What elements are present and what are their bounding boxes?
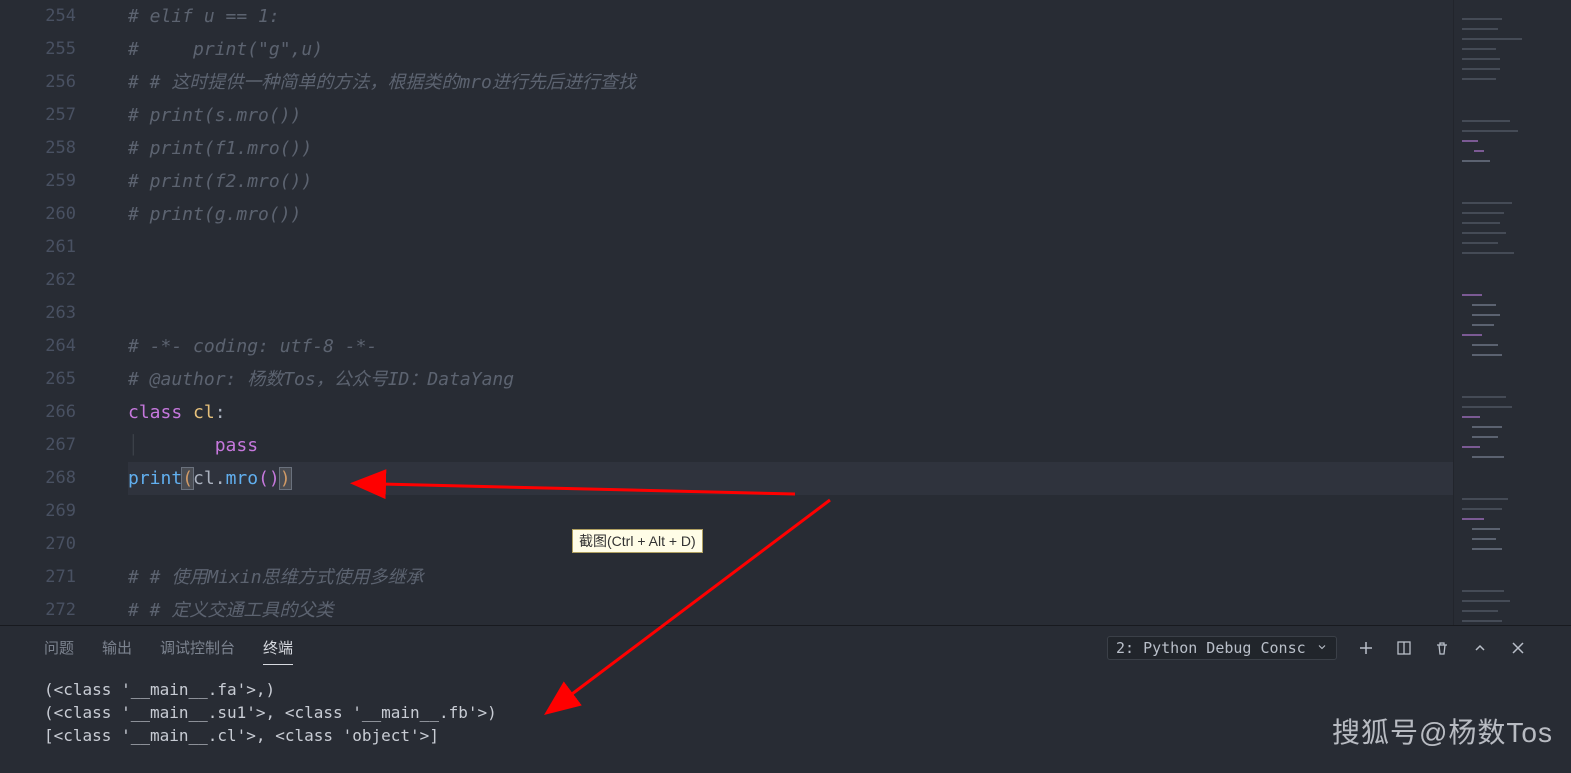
code-area[interactable]: # elif u == 1: # print("g",u) # # 这时提供一种… [100,0,1453,625]
line-number: 257 [0,99,76,132]
panel-tabs: 问题 输出 调试控制台 终端 [44,631,1107,665]
line-number: 256 [0,66,76,99]
code-comment: # # 定义交通工具的父类 [128,600,333,621]
line-number: 272 [0,594,76,625]
line-number: 268 [0,462,76,495]
code-line: │ pass [128,429,1453,462]
new-terminal-button[interactable] [1357,639,1375,657]
classname: cl [193,402,215,423]
code-line-active: print(cl.mro()) [128,462,1453,495]
code-comment: # print("g",u) [128,39,323,60]
code-comment: # print(g.mro()) [128,204,301,225]
func-print: print [128,468,182,489]
line-number: 269 [0,495,76,528]
terminal-output[interactable]: (<class '__main__.fa'>,) (<class '__main… [0,670,1571,755]
tab-debug-console[interactable]: 调试控制台 [160,631,235,665]
split-terminal-button[interactable] [1395,639,1413,657]
line-number: 265 [0,363,76,396]
keyword-class: class [128,402,182,423]
terminal-line: (<class '__main__.su1'>, <class '__main_… [44,703,497,722]
panel-header: 问题 输出 调试控制台 终端 2: Python Debug Consc [0,626,1571,670]
line-number: 263 [0,297,76,330]
line-number: 266 [0,396,76,429]
code-comment: # elif u == 1: [128,6,280,27]
line-number: 261 [0,231,76,264]
line-number: 260 [0,198,76,231]
code-comment: # # 这时提供一种简单的方法，根据类的mro进行先后进行查找 [128,72,636,93]
line-number: 271 [0,561,76,594]
line-number: 267 [0,429,76,462]
minimap[interactable] [1453,0,1571,625]
keyword-pass: pass [215,435,258,456]
line-number: 255 [0,33,76,66]
screenshot-tooltip: 截图(Ctrl + Alt + D) [572,529,703,553]
code-comment: # print(s.mro()) [128,105,301,126]
tab-output[interactable]: 输出 [102,631,132,665]
code-comment: # print(f1.mro()) [128,138,312,159]
kill-terminal-button[interactable] [1433,639,1451,657]
terminal-line: [<class '__main__.cl'>, <class 'object'>… [44,726,439,745]
terminal-selector[interactable]: 2: Python Debug Consc [1107,636,1337,660]
maximize-panel-button[interactable] [1471,639,1489,657]
code-line: class cl: [128,396,1453,429]
editor-area: 254 255 256 257 258 259 260 261 262 263 … [0,0,1571,625]
panel-actions: 2: Python Debug Consc [1107,636,1527,660]
var-cl: cl [193,468,215,489]
code-comment: # print(f2.mro()) [128,171,312,192]
code-comment: # @author: 杨数Tos，公众号ID：DataYang [128,369,514,390]
terminal-line: (<class '__main__.fa'>,) [44,680,275,699]
tab-problems[interactable]: 问题 [44,631,74,665]
func-mro: mro [226,468,259,489]
code-comment: # -*- coding: utf-8 -*- [128,336,377,357]
bottom-panel: 问题 输出 调试控制台 终端 2: Python Debug Consc [0,625,1571,773]
line-number: 258 [0,132,76,165]
terminal-selector-label: 2: Python Debug Consc [1116,639,1306,657]
line-number: 270 [0,528,76,561]
line-number: 262 [0,264,76,297]
tab-terminal[interactable]: 终端 [263,631,293,665]
code-comment: # # 使用Mixin思维方式使用多继承 [128,567,424,588]
chevron-down-icon [1316,639,1328,657]
line-number: 264 [0,330,76,363]
line-number: 254 [0,0,76,33]
line-gutter: 254 255 256 257 258 259 260 261 262 263 … [0,0,100,625]
line-number: 259 [0,165,76,198]
close-panel-button[interactable] [1509,639,1527,657]
